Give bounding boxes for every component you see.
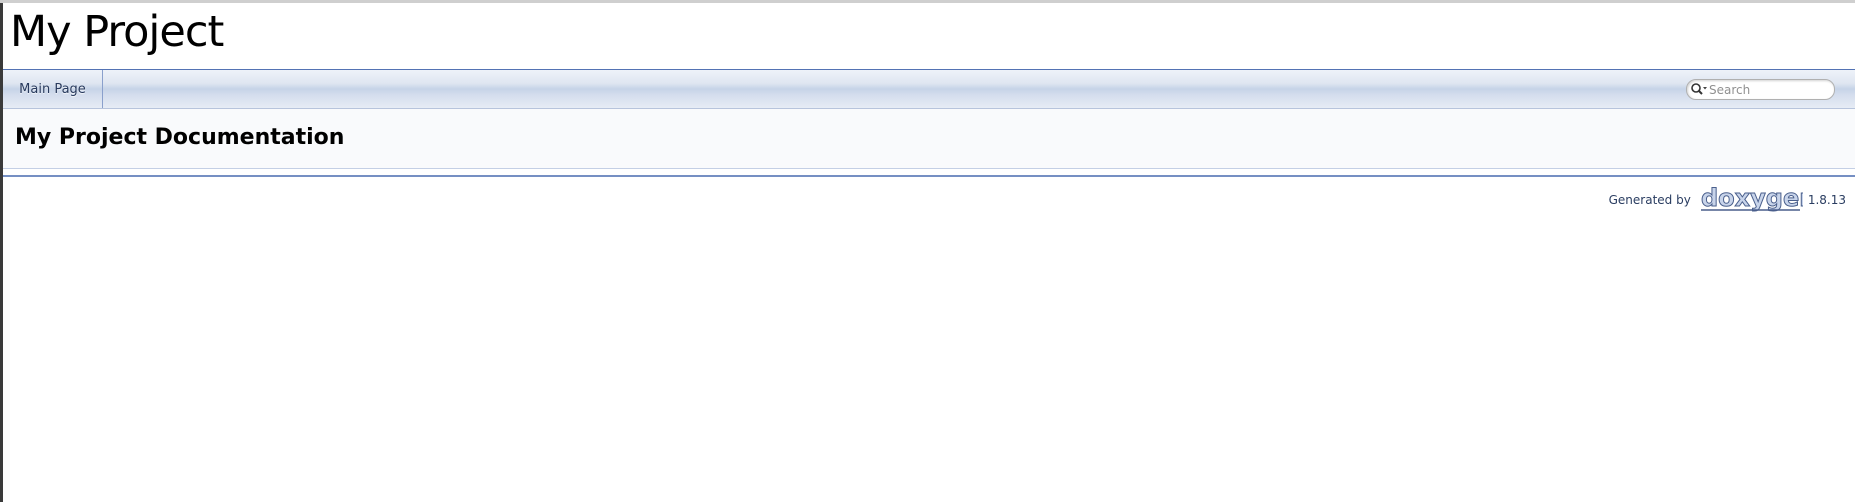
page-title: My Project Documentation [15,125,345,150]
doxygen-logo-text: doxygen [1701,186,1803,212]
doxygen-logo: doxygen [1700,186,1803,213]
search-box[interactable] [1686,79,1835,100]
doxygen-page: My Project Main Page My Project Document… [3,3,1855,502]
doxygen-logo-link[interactable]: doxygen [1699,186,1803,214]
doxygen-version: 1.8.13 [1807,193,1846,207]
footer: Generated by doxygen 1.8.13 [1609,186,1846,214]
nav-item-main-page[interactable]: Main Page [3,70,103,108]
title-area: My Project [3,3,1855,70]
project-name: My Project [10,7,224,57]
page-header: My Project Documentation [3,109,1855,169]
footer-separator [3,175,1855,177]
search-icon[interactable] [1689,80,1709,99]
generated-by-text: Generated by [1608,193,1691,207]
nav-bar: Main Page [3,70,1855,109]
search-input[interactable] [1709,82,1827,97]
